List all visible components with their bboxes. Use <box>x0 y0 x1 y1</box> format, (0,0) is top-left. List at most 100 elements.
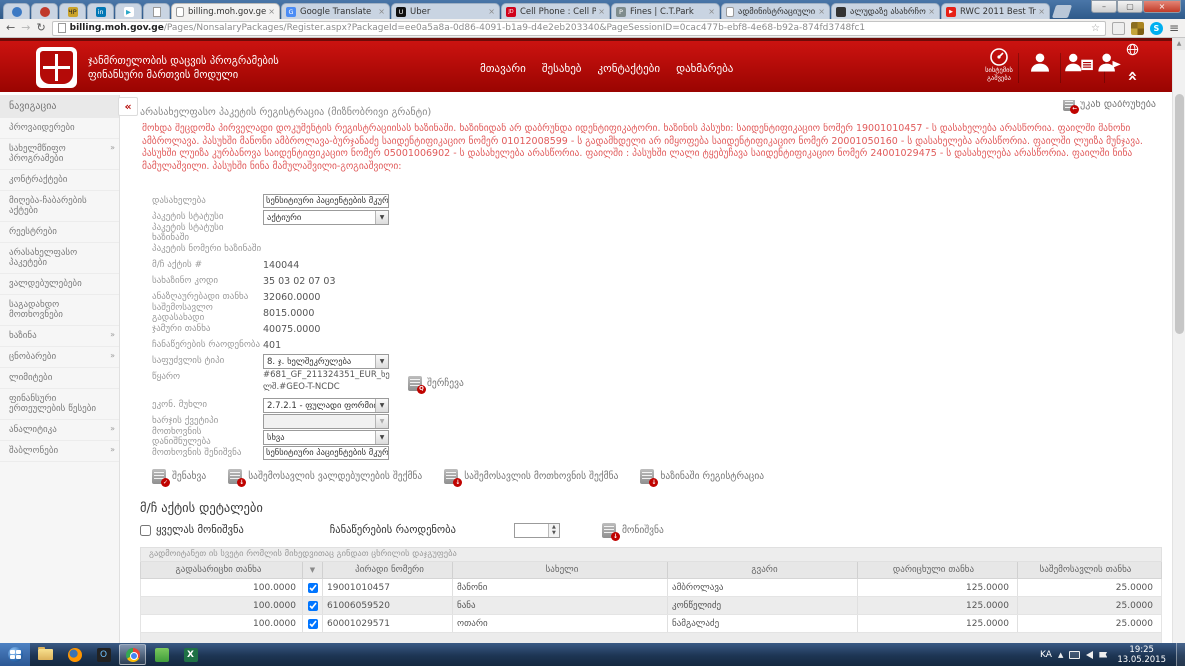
back-button[interactable]: ← <box>6 20 15 36</box>
sidebar-item-providers[interactable]: პროვაიდერები <box>0 118 119 139</box>
reload-button[interactable]: ↻ <box>36 20 45 36</box>
profile-button[interactable] <box>1028 49 1062 75</box>
basis-type-select[interactable]: 8. ჯ. ხელშეკრულება▼ <box>263 354 389 369</box>
chrome-menu-icon[interactable]: ≡ <box>1169 21 1179 35</box>
tab-close-icon[interactable]: × <box>268 7 275 16</box>
sidebar-item-acceptance-acts[interactable]: მიღება-ჩაბარების აქტები <box>0 191 119 222</box>
save-button[interactable]: ✓შენახვა <box>152 469 206 484</box>
tab-close-icon[interactable]: × <box>598 7 605 16</box>
language-globe-icon[interactable] <box>1126 43 1139 56</box>
select-all-checkbox[interactable]: ყველას მონიშვნა <box>140 524 244 536</box>
show-desktop-button[interactable] <box>1176 643 1185 666</box>
nav-home[interactable]: მთავარი <box>480 62 526 75</box>
tab-close-icon[interactable]: × <box>488 7 495 16</box>
forward-button[interactable]: → <box>21 20 30 36</box>
pinned-tab[interactable] <box>31 3 58 19</box>
tab-close-icon[interactable]: × <box>708 7 715 16</box>
taskbar-clock[interactable]: 19:25 13.05.2015 <box>1117 645 1166 665</box>
col-accrued-amount[interactable]: დარიცხული თანხა <box>858 562 1018 578</box>
tab-cell-phone[interactable]: JD Cell Phone : Cell Phone × <box>501 3 610 19</box>
records-count-stepper[interactable]: ▲▼ <box>514 523 560 538</box>
vertical-scrollbar[interactable]: ▲ <box>1172 38 1185 643</box>
scroll-top-chevrons-icon[interactable]: « <box>1122 71 1142 80</box>
nav-help[interactable]: დახმარება <box>676 62 733 75</box>
volume-icon[interactable] <box>1086 651 1093 659</box>
col-income-tax-amount[interactable]: საშემოსავლის თანხა <box>1018 562 1161 578</box>
source-pick-button[interactable]: Q შერჩევა <box>408 376 464 391</box>
back-link[interactable]: ← უკან დაბრუნება <box>1063 100 1156 111</box>
sidebar-item-financial-units-rules[interactable]: ფინანსური ერთეულების წესები <box>0 389 119 420</box>
tab-close-icon[interactable]: × <box>818 7 825 16</box>
nav-contacts[interactable]: კონტაქტები <box>597 62 660 75</box>
network-icon[interactable] <box>1069 651 1080 659</box>
tab-google-translate[interactable]: G Google Translate × <box>281 3 390 19</box>
address-bar[interactable]: billing.moh.gov.ge/Pages/NonsalaryPackag… <box>52 21 1106 36</box>
package-status-select[interactable]: აქტიური▼ <box>263 210 389 225</box>
request-purpose-select[interactable]: სხვა▼ <box>263 430 389 445</box>
language-indicator[interactable]: KA <box>1040 650 1052 660</box>
tab-close-icon[interactable]: × <box>928 7 935 16</box>
row-checkbox[interactable] <box>308 601 318 611</box>
sidebar-item-state-programs[interactable]: სახელმწიფო პროგრამები» <box>0 139 119 170</box>
bookmark-star-icon[interactable]: ☆ <box>1091 23 1100 34</box>
sidebar-item-limits[interactable]: ლიმიტები <box>0 368 119 389</box>
tab-georgian-article[interactable]: ალუდაზე ასახრჩობა ბ × <box>831 3 940 19</box>
taskbar-explorer[interactable] <box>32 644 59 665</box>
taskbar-excel[interactable]: X <box>177 644 204 665</box>
tab-close-icon[interactable]: × <box>378 7 385 16</box>
pinned-tab[interactable] <box>3 3 30 19</box>
pinned-tab[interactable]: ЧР <box>59 3 86 19</box>
filter-icon[interactable]: ▼ <box>310 566 315 574</box>
nav-about[interactable]: შესახებ <box>542 62 582 75</box>
econ-article-select[interactable]: 2.7.2.1 - ფულადი ფორმით▼ <box>263 398 389 413</box>
tab-billing[interactable]: billing.moh.gov.ge/Page × <box>171 3 280 19</box>
sidebar-item-contracts[interactable]: კონტრაქტები <box>0 170 119 191</box>
scroll-up-arrow-icon[interactable]: ▲ <box>1173 38 1185 50</box>
pinned-tab[interactable]: in <box>87 3 114 19</box>
sidebar-collapse-button[interactable]: « <box>118 97 138 116</box>
scrollbar-thumb[interactable] <box>1175 94 1184 334</box>
name-input[interactable]: სენსიტიური პაციენტების მკურნალო <box>263 194 389 208</box>
row-checkbox[interactable] <box>308 583 318 593</box>
row-checkbox[interactable] <box>308 619 318 629</box>
tab-fines-ctpark[interactable]: P Fines | C.T.Park × <box>611 3 720 19</box>
taskbar-media-app[interactable]: O <box>90 644 117 665</box>
col-personal-number[interactable]: პირადი ნომერი <box>323 562 453 578</box>
hidden-icons-arrow[interactable]: ▲ <box>1058 651 1063 659</box>
tab-uber[interactable]: U Uber × <box>391 3 500 19</box>
request-note-input[interactable]: სენსიტიური პაციენტების მკურნალო <box>263 446 389 460</box>
sidebar-item-references[interactable]: ცნობარები» <box>0 347 119 368</box>
taskbar-chrome[interactable] <box>119 644 146 665</box>
sidebar-item-registers[interactable]: რეესტრები <box>0 222 119 243</box>
tab-youtube-rwc[interactable]: ▶ RWC 2011 Best Tries - Y × <box>941 3 1050 19</box>
create-income-obligation-button[interactable]: ↓საშემოსავლის ვალდებულების შექმნა <box>228 469 422 484</box>
new-tab-button[interactable] <box>1052 5 1072 18</box>
select-all-box[interactable] <box>140 525 151 536</box>
pinned-tab[interactable] <box>143 3 170 19</box>
pinned-tab[interactable]: ▶ <box>115 3 142 19</box>
sidebar-item-payment-requests[interactable]: საგადახდო მოთხოვნები <box>0 295 119 326</box>
sidebar-item-obligations[interactable]: ვალდებულებები <box>0 274 119 295</box>
create-income-request-button[interactable]: ↓საშემოსავლის მოთხოვნის შექმნა <box>444 469 618 484</box>
sidebar-item-templates[interactable]: შაბლონები» <box>0 441 119 462</box>
mark-button[interactable]: ↓მონიშვნა <box>602 523 664 538</box>
taskbar-green-app[interactable] <box>148 644 175 665</box>
pushbullet-extension-icon[interactable] <box>1112 22 1125 35</box>
action-center-flag-icon[interactable] <box>1099 652 1107 658</box>
col-first-name[interactable]: სახელი <box>453 562 668 578</box>
tab-administrative[interactable]: ადმინისტრაციული სამ × <box>721 3 830 19</box>
minimize-button[interactable]: – <box>1091 0 1117 13</box>
sidebar-item-nonsalary-packages[interactable]: არასახელფასო პაკეტები <box>0 243 119 274</box>
sidebar-item-treasury[interactable]: ხაზინა» <box>0 326 119 347</box>
start-button[interactable] <box>0 643 30 666</box>
close-button[interactable]: × <box>1143 0 1181 13</box>
register-in-treasury-button[interactable]: ↓ხაზინაში რეგისტრაცია <box>640 469 764 484</box>
extension-icon[interactable] <box>1131 22 1144 35</box>
launch-system-button[interactable]: სისტემის გაშვება <box>975 47 1023 82</box>
sidebar-item-analytics[interactable]: ანალიტიკა» <box>0 420 119 441</box>
skype-extension-icon[interactable]: S <box>1150 22 1163 35</box>
stepper-arrows-icon[interactable]: ▲▼ <box>548 524 559 537</box>
col-last-name[interactable]: გვარი <box>668 562 858 578</box>
maximize-button[interactable]: ▢ <box>1117 0 1143 13</box>
tab-close-icon[interactable]: × <box>1038 7 1045 16</box>
